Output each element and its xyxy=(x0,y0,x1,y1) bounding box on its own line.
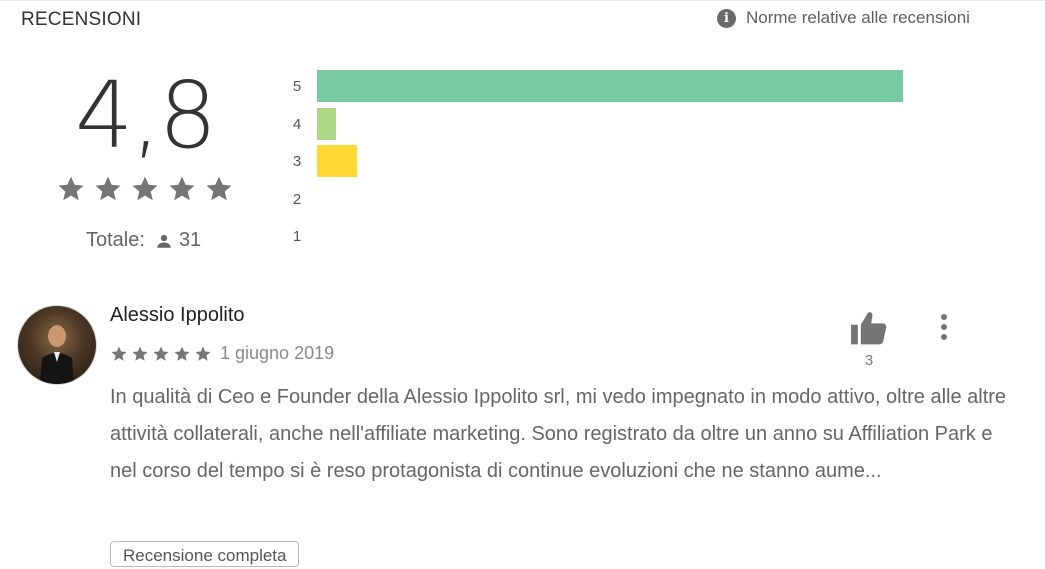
section-title: RECENSIONI xyxy=(21,9,142,30)
histogram-bar xyxy=(317,145,358,177)
histogram-row: 2 xyxy=(290,183,910,215)
histogram-label: 5 xyxy=(292,78,302,95)
reviewer-name: Alessio Ippolito xyxy=(110,304,245,326)
star-icon xyxy=(153,346,169,361)
top-divider xyxy=(0,0,1045,1)
review-date: 1 giugno 2019 xyxy=(220,343,335,363)
star-icon xyxy=(132,346,148,361)
more-vert-icon xyxy=(941,314,947,340)
histogram-label: 4 xyxy=(292,115,302,133)
review-policy-label: Norme relative alle recensioni xyxy=(746,8,970,27)
average-score: 4,8 xyxy=(74,62,217,169)
star-icon xyxy=(169,176,195,201)
histogram-bar xyxy=(317,70,904,102)
histogram-bar xyxy=(317,107,336,140)
histogram-label: 3 xyxy=(292,153,302,170)
thumbs-up-icon xyxy=(851,312,887,345)
star-icon xyxy=(95,176,121,201)
histogram-label: 2 xyxy=(292,190,302,208)
review-stars xyxy=(110,345,212,363)
info-icon: i xyxy=(717,8,736,28)
histogram-row: 1 xyxy=(290,220,910,252)
star-icon xyxy=(206,176,232,201)
review-meta: 1 giugno 2019 xyxy=(110,343,334,364)
star-icon xyxy=(174,346,190,361)
person-icon xyxy=(157,234,171,248)
star-icon xyxy=(195,346,211,361)
star-icon xyxy=(111,346,127,361)
star-icon xyxy=(132,176,158,201)
total-reviews: Totale: 31 xyxy=(86,229,201,252)
more-options-button[interactable] xyxy=(930,312,958,344)
histogram-row: 4 xyxy=(290,107,910,140)
total-label: Totale: xyxy=(86,229,145,251)
thumbs-up-button[interactable] xyxy=(849,310,889,346)
thumbs-up-count: 3 xyxy=(864,352,874,369)
review-text: In qualità di Ceo e Founder della Alessi… xyxy=(110,386,1007,482)
review-policy-link[interactable]: i Norme relative alle recensioni xyxy=(717,8,970,28)
histogram-row: 3 xyxy=(290,145,910,177)
star-icon xyxy=(58,176,84,201)
reviewer-avatar[interactable] xyxy=(18,306,96,384)
total-count: 31 xyxy=(178,229,202,251)
full-review-button[interactable]: Recensione completa xyxy=(110,541,300,567)
histogram-label: 1 xyxy=(292,228,302,245)
average-stars xyxy=(56,174,234,204)
reviews-page: RECENSIONI i Norme relative alle recensi… xyxy=(0,0,1045,569)
histogram-row: 5 xyxy=(290,70,910,102)
